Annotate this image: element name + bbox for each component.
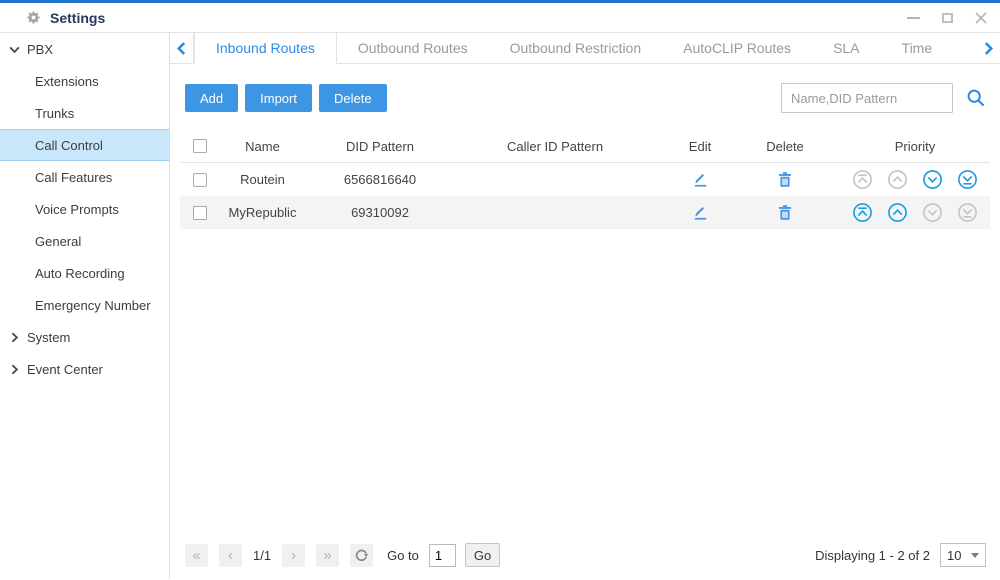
sidebar-item-trunks[interactable]: Trunks: [0, 97, 169, 129]
table-header-row: Name DID Pattern Caller ID Pattern Edit …: [180, 130, 990, 163]
column-header-delete: Delete: [745, 139, 825, 154]
chevron-right-icon: [8, 363, 21, 376]
title-bar: Settings: [0, 3, 1000, 33]
sidebar-item-event-center[interactable]: Event Center: [0, 353, 169, 385]
window-title: Settings: [50, 10, 105, 26]
priority-move-down-icon: [922, 202, 943, 223]
edit-button[interactable]: [692, 204, 709, 221]
add-button[interactable]: Add: [185, 84, 238, 112]
sidebar-item-emergency-number[interactable]: Emergency Number: [0, 289, 169, 321]
cell-name: MyRepublic: [220, 205, 305, 220]
sidebar-item-system[interactable]: System: [0, 321, 169, 353]
delete-button[interactable]: Delete: [319, 84, 387, 112]
tab-time[interactable]: Time: [881, 33, 954, 63]
cell-name: Routein: [220, 172, 305, 187]
first-page-button[interactable]: «: [185, 544, 208, 567]
sidebar-item-call-control[interactable]: Call Control: [0, 129, 169, 161]
cell-did-pattern: 6566816640: [305, 172, 455, 187]
tab-sla[interactable]: SLA: [812, 33, 880, 63]
sidebar-item-voice-prompts[interactable]: Voice Prompts: [0, 193, 169, 225]
close-button[interactable]: [974, 11, 988, 25]
trash-icon: [777, 204, 793, 221]
sidebar: PBX Extensions Trunks Call Control Call …: [0, 33, 170, 579]
pagination-bar: « ‹ 1/1 › » Go to Go Displaying 1 - 2 of…: [170, 533, 1000, 579]
priority-move-top-icon[interactable]: [852, 202, 873, 223]
column-header-edit: Edit: [655, 139, 745, 154]
chevron-left-icon: [176, 42, 187, 55]
inbound-routes-table: Name DID Pattern Caller ID Pattern Edit …: [170, 130, 1000, 229]
select-all-checkbox[interactable]: [193, 139, 207, 153]
goto-label: Go to: [387, 548, 419, 563]
import-button[interactable]: Import: [245, 84, 312, 112]
column-header-priority: Priority: [825, 139, 1000, 154]
pencil-icon: [692, 171, 709, 188]
tab-autoclip-routes[interactable]: AutoCLIP Routes: [662, 33, 812, 63]
tab-bar: Inbound Routes Outbound Routes Outbound …: [170, 33, 1000, 64]
priority-move-up-icon[interactable]: [887, 202, 908, 223]
priority-move-bottom-icon[interactable]: [957, 169, 978, 190]
refresh-button[interactable]: [350, 544, 373, 567]
edit-button[interactable]: [692, 171, 709, 188]
search-input[interactable]: [781, 83, 953, 113]
maximize-button[interactable]: [940, 11, 954, 25]
cell-did-pattern: 69310092: [305, 205, 455, 220]
search-area: [781, 83, 986, 113]
refresh-icon: [354, 548, 369, 563]
delete-row-button[interactable]: [777, 204, 793, 221]
delete-row-button[interactable]: [777, 171, 793, 188]
page-size-value: 10: [947, 548, 961, 563]
page-indicator: 1/1: [253, 548, 271, 563]
column-header-caller-id-pattern: Caller ID Pattern: [455, 139, 655, 154]
tab-outbound-restriction[interactable]: Outbound Restriction: [489, 33, 663, 63]
window-controls: [906, 11, 988, 25]
tab-outbound-routes[interactable]: Outbound Routes: [337, 33, 489, 63]
go-button[interactable]: Go: [465, 543, 500, 567]
column-header-name: Name: [220, 139, 305, 154]
next-page-button[interactable]: ›: [282, 544, 305, 567]
priority-move-up-icon: [887, 169, 908, 190]
row-checkbox[interactable]: [193, 206, 207, 220]
gear-icon: [26, 10, 41, 25]
prev-page-button[interactable]: ‹: [219, 544, 242, 567]
tabs-scroll-right-button[interactable]: [976, 33, 1000, 63]
trash-icon: [777, 171, 793, 188]
priority-controls: [825, 202, 1000, 223]
chevron-down-icon: [8, 43, 21, 56]
priority-controls: [825, 169, 1000, 190]
toolbar: Add Import Delete: [170, 64, 1000, 130]
search-icon: [966, 88, 986, 108]
caret-down-icon: [971, 553, 979, 558]
row-checkbox[interactable]: [193, 173, 207, 187]
page-size-select[interactable]: 10: [940, 543, 986, 567]
sidebar-item-pbx[interactable]: PBX: [0, 33, 169, 65]
displaying-text: Displaying 1 - 2 of 2: [815, 548, 930, 563]
chevron-right-icon: [8, 331, 21, 344]
pencil-icon: [692, 204, 709, 221]
sidebar-item-auto-recording[interactable]: Auto Recording: [0, 257, 169, 289]
priority-move-bottom-icon: [957, 202, 978, 223]
search-button[interactable]: [966, 88, 986, 108]
chevron-right-icon: [983, 42, 994, 55]
sidebar-item-call-features[interactable]: Call Features: [0, 161, 169, 193]
priority-move-top-icon: [852, 169, 873, 190]
tab-inbound-routes[interactable]: Inbound Routes: [194, 33, 337, 64]
last-page-button[interactable]: »: [316, 544, 339, 567]
minimize-button[interactable]: [906, 11, 920, 25]
priority-move-down-icon[interactable]: [922, 169, 943, 190]
table-row: MyRepublic 69310092: [180, 196, 990, 229]
sidebar-item-general[interactable]: General: [0, 225, 169, 257]
column-header-did-pattern: DID Pattern: [305, 139, 455, 154]
sidebar-item-extensions[interactable]: Extensions: [0, 65, 169, 97]
pagination-right: Displaying 1 - 2 of 2 10: [815, 543, 986, 567]
tabs-scroll-left-button[interactable]: [170, 33, 194, 63]
goto-page-input[interactable]: [429, 544, 456, 567]
table-row: Routein 6566816640: [180, 163, 990, 196]
content-empty-area: [170, 229, 1000, 533]
